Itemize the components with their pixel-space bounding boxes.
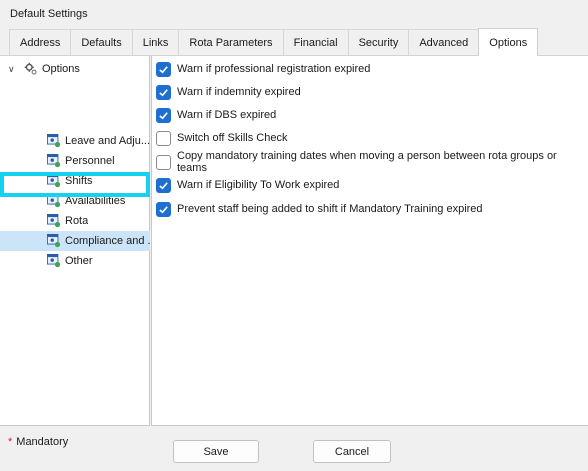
option-row[interactable]: Warn if Eligibility To Work expired (156, 176, 339, 194)
option-label: Prevent staff being added to shift if Ma… (177, 203, 483, 215)
check-icon (159, 65, 168, 73)
tree-item-personnel[interactable]: Personnel (0, 151, 150, 171)
check-icon (159, 205, 168, 213)
option-label: Warn if professional registration expire… (177, 63, 371, 75)
check-icon (159, 88, 168, 96)
user-settings-icon (47, 154, 61, 168)
option-row[interactable]: Warn if DBS expired (156, 106, 276, 124)
user-settings-icon (47, 254, 61, 268)
mandatory-note: * Mandatory (8, 436, 68, 448)
tab-rota-parameters[interactable]: Rota Parameters (178, 29, 284, 55)
checkbox-indemnity[interactable] (156, 84, 171, 100)
option-row[interactable]: Prevent staff being added to shift if Ma… (156, 200, 483, 218)
window-title: Default Settings (10, 8, 88, 20)
option-label: Switch off Skills Check (177, 132, 288, 144)
option-row[interactable]: Switch off Skills Check (156, 129, 287, 147)
checkbox-copy-training-dates[interactable] (156, 154, 171, 170)
checkbox-dbs[interactable] (156, 107, 171, 123)
option-label: Warn if DBS expired (177, 109, 277, 121)
check-icon (159, 181, 168, 189)
option-label: Warn if indemnity expired (177, 86, 301, 98)
cancel-button[interactable]: Cancel (313, 440, 391, 463)
tab-links[interactable]: Links (131, 29, 180, 55)
checkbox-eligibility-to-work[interactable] (156, 177, 171, 193)
tree-item-leave-and-adjustments[interactable]: Leave and Adju... (0, 131, 150, 151)
mandatory-star: * (8, 436, 13, 448)
checkbox-prevent-staff[interactable] (156, 201, 171, 217)
mandatory-label: Mandatory (16, 436, 69, 448)
option-row[interactable]: Warn if indemnity expired (156, 83, 301, 101)
tree-item-other[interactable]: Other (0, 251, 150, 271)
tab-address[interactable]: Address (9, 29, 72, 55)
tab-bar: Address Defaults Links Rota Parameters F… (9, 28, 539, 56)
tab-defaults[interactable]: Defaults (70, 29, 133, 55)
options-content: Warn if professional registration expire… (151, 56, 588, 426)
gear-icon (24, 62, 37, 75)
checkbox-skills-check[interactable] (156, 130, 171, 146)
tab-financial[interactable]: Financial (282, 29, 349, 55)
tree-item-compliance[interactable]: Compliance and ... (0, 231, 150, 251)
selection-highlight (0, 172, 150, 197)
option-label: Warn if Eligibility To Work expired (177, 179, 340, 191)
options-tree: ∨ Options Leave and Adju... Personnel Sh… (0, 56, 150, 426)
tab-advanced[interactable]: Advanced (408, 29, 480, 55)
option-row[interactable]: Copy mandatory training dates when movin… (156, 150, 588, 174)
checkbox-professional-registration[interactable] (156, 61, 171, 77)
option-row[interactable]: Warn if professional registration expire… (156, 60, 370, 78)
save-button[interactable]: Save (173, 440, 259, 463)
user-settings-icon (47, 214, 61, 228)
tree-root-label: Options (42, 63, 80, 75)
chevron-down-icon[interactable]: ∨ (8, 64, 18, 75)
option-label: Copy mandatory training dates when movin… (177, 150, 557, 174)
user-settings-icon (47, 234, 61, 248)
user-settings-icon (47, 134, 61, 148)
check-icon (159, 111, 168, 119)
tab-options[interactable]: Options (478, 28, 539, 56)
tree-root-options[interactable]: ∨ Options (8, 60, 80, 78)
tab-security[interactable]: Security (347, 29, 410, 55)
tree-item-rota[interactable]: Rota (0, 211, 150, 231)
